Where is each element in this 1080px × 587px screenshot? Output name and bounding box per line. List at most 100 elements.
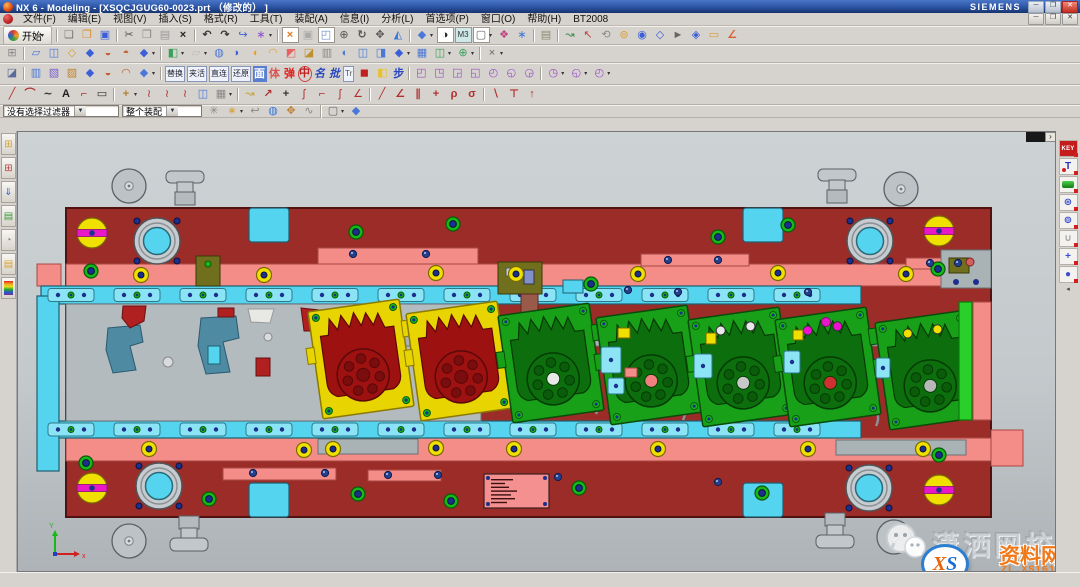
wave-4-button[interactable]: ◱ <box>467 66 484 82</box>
snap-end-button[interactable]: ◈ <box>688 27 705 43</box>
active-sketch-button[interactable]: ◫ <box>195 87 212 103</box>
close-button[interactable]: ✕ <box>1062 1 1078 13</box>
part-navigator-tab[interactable]: ⇓ <box>1 181 16 203</box>
two-circle-button[interactable]: σ <box>464 87 481 103</box>
dropdown-arrow-icon[interactable]: ▾ <box>341 108 347 115</box>
datum-plane-button[interactable]: ▱ <box>28 46 45 62</box>
unite-button[interactable]: ◐ <box>337 46 354 62</box>
side-panel-button[interactable]: ▤ <box>538 27 555 43</box>
collapse-panel-arrow[interactable]: ◂ <box>1063 285 1073 293</box>
wave-5-button[interactable]: ◴ <box>485 66 502 82</box>
mdi-close-button[interactable]: ✕ <box>1062 13 1078 25</box>
view-section-button[interactable]: ◪ <box>4 66 21 82</box>
point-constructor-button[interactable]: ⊚ <box>616 27 633 43</box>
offset-curve-button[interactable]: ≀ <box>141 87 158 103</box>
macro-tihuan-button[interactable]: 替换 <box>165 66 185 82</box>
vector-button[interactable]: ◉ <box>634 27 651 43</box>
dropdown-arrow-icon[interactable]: ▾ <box>430 32 436 39</box>
grab-button[interactable]: ✥ <box>283 103 300 119</box>
bridge-curve-button[interactable]: ≀ <box>159 87 176 103</box>
cmm-path-button[interactable]: ↝ <box>562 27 579 43</box>
t-tool-button[interactable]: T <box>1059 158 1078 175</box>
swept-button[interactable]: ◖ <box>247 46 264 62</box>
assembly-navigator-tab[interactable]: ⊞ <box>1 133 16 155</box>
dropdown-arrow-icon[interactable]: ▾ <box>471 50 477 57</box>
minimize-button[interactable]: ─ <box>1028 1 1044 13</box>
corner-curve-button[interactable]: ⌐ <box>314 87 331 103</box>
solid-face-button[interactable]: ◆ <box>82 66 99 82</box>
measure-distance-button[interactable]: ▭ <box>706 27 723 43</box>
macro-ti-button[interactable]: 体 <box>268 66 282 82</box>
wave-geometry-button[interactable]: ◴ <box>591 66 608 82</box>
menu-视图[interactable]: 视图(V) <box>107 13 152 26</box>
globe-button[interactable]: ◍ <box>265 103 282 119</box>
shaded-view-button[interactable]: ◆ <box>414 27 431 43</box>
background-button[interactable]: ▢ <box>473 27 490 43</box>
menu-文件[interactable]: 文件(F) <box>17 13 62 26</box>
dropdown-arrow-icon[interactable]: ▾ <box>181 50 187 57</box>
edit-feature-button[interactable]: ⊕ <box>455 46 472 62</box>
wave-1-button[interactable]: ◰ <box>413 66 430 82</box>
boss-button[interactable]: ◒ <box>100 46 117 62</box>
dropdown-arrow-icon[interactable]: ▾ <box>448 50 454 57</box>
macro-jiahuo-button[interactable]: 夹活 <box>187 66 207 82</box>
csys-orient-button[interactable]: ↖ <box>580 27 597 43</box>
restore-button[interactable]: ❐ <box>1045 1 1061 13</box>
key-tool-button[interactable]: KEY <box>1059 140 1078 157</box>
tube-button[interactable]: ◠ <box>265 46 282 62</box>
save-button[interactable]: ▣ <box>97 27 114 43</box>
dropdown-arrow-icon[interactable]: ▾ <box>134 91 140 98</box>
dropdown-arrow-icon[interactable]: ▾ <box>240 108 246 115</box>
tbar-button[interactable]: ⊤ <box>506 87 523 103</box>
menu-信息[interactable]: 信息(I) <box>334 13 375 26</box>
new-file-button[interactable]: ❏ <box>61 27 78 43</box>
delete-button[interactable]: × <box>175 27 192 43</box>
parallel-dim-button[interactable]: ∥ <box>410 87 427 103</box>
sheet-button[interactable]: ▱ <box>188 46 205 62</box>
s-curve-button[interactable]: ∫ <box>296 87 313 103</box>
macro-tan-button[interactable]: 弹 <box>283 66 297 82</box>
menu-编辑[interactable]: 编辑(E) <box>62 13 107 26</box>
dropdown-arrow-icon[interactable]: ▾ <box>407 50 413 57</box>
wireframe-a-button[interactable]: ▥ <box>28 66 45 82</box>
toolbar-overflow-handle[interactable]: › <box>1026 132 1056 142</box>
wave-part-button[interactable]: ◵ <box>568 66 585 82</box>
macro-zhilian-button[interactable]: 直连 <box>209 66 229 82</box>
view-orient-button[interactable]: ❖ <box>496 27 513 43</box>
diagonal-button[interactable]: ∖ <box>488 87 505 103</box>
plus-curve-button[interactable]: + <box>278 87 295 103</box>
repeat-command-button[interactable]: ↪ <box>235 27 252 43</box>
rect-select-button[interactable]: ▢ <box>325 103 342 119</box>
macro-zhong-button[interactable]: 中 <box>298 66 312 82</box>
shaded-cube-button[interactable]: ◆ <box>348 103 365 119</box>
menu-窗口[interactable]: 窗口(O) <box>475 13 521 26</box>
yellow-face-button[interactable]: ◧ <box>374 66 391 82</box>
paste-button[interactable]: ▤ <box>157 27 174 43</box>
touch-mode-button[interactable]: ∗ <box>253 27 270 43</box>
select-cursor-button[interactable]: ► <box>670 27 687 43</box>
macro-huanyuan-button[interactable]: 还原 <box>231 66 251 82</box>
cross-dim-button[interactable]: + <box>428 87 445 103</box>
j-curve-button[interactable]: ʃ <box>332 87 349 103</box>
blob-tool-button[interactable]: ● <box>1059 266 1078 283</box>
dropdown-arrow-icon[interactable]: ▾ <box>584 70 590 77</box>
macro-mian-button[interactable]: 面 <box>253 66 267 82</box>
measure-angle-button[interactable]: ∠ <box>724 27 741 43</box>
wave-link-button[interactable]: ◷ <box>545 66 562 82</box>
angle-dim-button[interactable]: ∠ <box>392 87 409 103</box>
selection-scope-dropdown[interactable]: 整个装配 ▼ <box>122 105 202 117</box>
wave-2-button[interactable]: ◳ <box>431 66 448 82</box>
subtract-button[interactable]: ◫ <box>355 46 372 62</box>
dropdown-arrow-icon[interactable]: ▾ <box>607 70 613 77</box>
redo-button[interactable]: ↷ <box>217 27 234 43</box>
group-button[interactable]: ▦ <box>213 87 230 103</box>
dropdown-arrow-icon[interactable]: ▾ <box>269 32 275 39</box>
snapshot-button[interactable]: ∗ <box>514 27 531 43</box>
slope-curve-button[interactable]: ∠ <box>350 87 367 103</box>
undo-selection-button[interactable]: ↩ <box>247 103 264 119</box>
menu-插入[interactable]: 插入(S) <box>152 13 197 26</box>
color-palette-tab[interactable] <box>1 277 16 299</box>
menu-格式[interactable]: 格式(R) <box>198 13 244 26</box>
wave-3-button[interactable]: ◲ <box>449 66 466 82</box>
constraint-navigator-tab[interactable]: ⊞ <box>1 157 16 179</box>
